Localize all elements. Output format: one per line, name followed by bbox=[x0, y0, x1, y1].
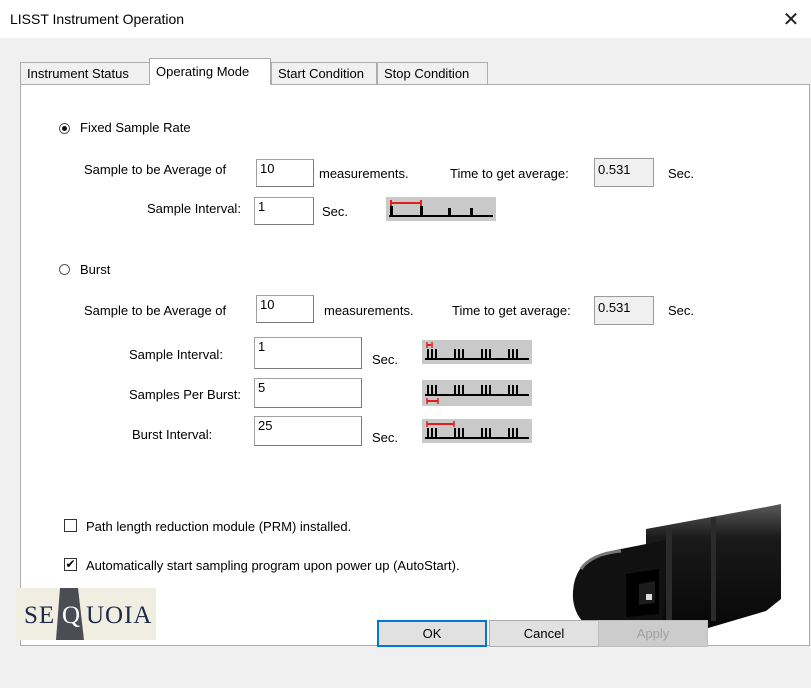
cancel-button[interactable]: Cancel bbox=[489, 620, 599, 647]
fixed-time-value: 0.531 bbox=[594, 158, 654, 187]
burst-avg-label: Sample to be Average of bbox=[84, 303, 227, 318]
samples-per-burst-input[interactable]: 5 bbox=[254, 378, 362, 408]
burst-interval-label: Sample Interval: bbox=[129, 347, 223, 362]
tab-start-condition[interactable]: Start Condition bbox=[271, 62, 377, 84]
ok-button[interactable]: OK bbox=[377, 620, 487, 647]
logo-text-left: SE bbox=[24, 602, 56, 629]
fixed-interval-input[interactable]: 1 bbox=[254, 197, 314, 225]
burst-interval-length-label: Burst Interval: bbox=[132, 427, 213, 442]
fixed-avg-input[interactable]: 10 bbox=[256, 159, 314, 187]
apply-button[interactable]: Apply bbox=[598, 620, 708, 647]
burst-time-value: 0.531 bbox=[594, 296, 654, 325]
tab-operating-mode[interactable]: Operating Mode bbox=[149, 58, 271, 85]
fixed-interval-sec-label: Sec. bbox=[322, 204, 349, 219]
sequoia-logo: SE Q UOIA bbox=[16, 588, 156, 640]
fixed-time-label: Time to get average: bbox=[450, 166, 569, 181]
burst-interval-diagram bbox=[422, 419, 532, 443]
tab-stop-condition[interactable]: Stop Condition bbox=[377, 62, 488, 84]
autostart-label: Automatically start sampling program upo… bbox=[86, 558, 460, 573]
burst-measurements-label: measurements. bbox=[324, 303, 414, 318]
samples-per-burst-label: Samples Per Burst: bbox=[129, 387, 241, 402]
logo-text-q: Q bbox=[62, 602, 81, 629]
dialog-body: Instrument Status Operating Mode Start C… bbox=[0, 38, 811, 688]
window-title: LISST Instrument Operation bbox=[10, 11, 185, 27]
fixed-rate-radio[interactable] bbox=[59, 123, 70, 134]
burst-interval-sec-label: Sec. bbox=[372, 352, 399, 367]
fixed-sec-label: Sec. bbox=[668, 166, 695, 181]
fixed-rate-label: Fixed Sample Rate bbox=[80, 120, 191, 135]
burst-sec-label: Sec. bbox=[668, 303, 695, 318]
burst-interval-length-sec-label: Sec. bbox=[372, 430, 399, 445]
burst-radio[interactable] bbox=[59, 264, 70, 275]
samples-per-burst-diagram bbox=[422, 380, 532, 406]
prm-checkbox[interactable] bbox=[64, 519, 77, 532]
fixed-avg-label: Sample to be Average of bbox=[84, 162, 227, 177]
burst-avg-input[interactable]: 10 bbox=[256, 295, 314, 323]
fixed-timing-diagram bbox=[386, 197, 496, 221]
tab-instrument-status[interactable]: Instrument Status bbox=[20, 62, 151, 84]
burst-sample-interval-diagram bbox=[422, 340, 532, 364]
logo-text-right: UOIA bbox=[86, 602, 153, 629]
prm-label: Path length reduction module (PRM) insta… bbox=[86, 519, 352, 534]
title-bar: LISST Instrument Operation ✕ bbox=[0, 0, 811, 39]
burst-interval-input[interactable]: 1 bbox=[254, 337, 362, 369]
burst-label: Burst bbox=[80, 262, 111, 277]
burst-interval-length-input[interactable]: 25 bbox=[254, 416, 362, 446]
close-icon[interactable]: ✕ bbox=[771, 0, 811, 38]
autostart-checkbox[interactable]: ✔ bbox=[64, 558, 77, 571]
fixed-measurements-label: measurements. bbox=[319, 166, 409, 181]
burst-time-label: Time to get average: bbox=[452, 303, 571, 318]
fixed-interval-label: Sample Interval: bbox=[147, 201, 241, 216]
